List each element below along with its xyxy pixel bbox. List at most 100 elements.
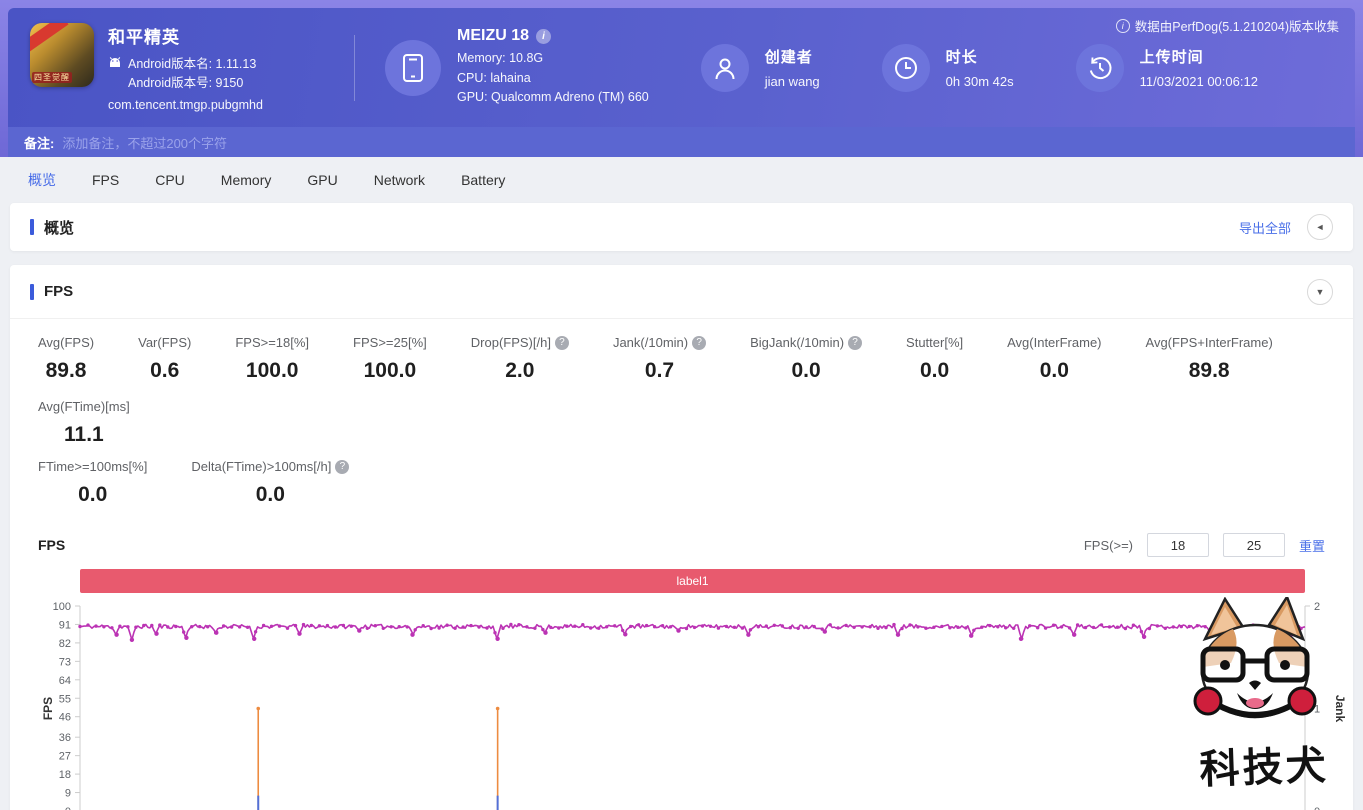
svg-text:FPS: FPS (41, 697, 55, 720)
svg-text:91: 91 (59, 619, 71, 631)
fps-threshold-high-input[interactable] (1222, 533, 1285, 557)
svg-text:36: 36 (59, 732, 71, 744)
creator-label: 创建者 (764, 49, 813, 66)
svg-text:73: 73 (59, 656, 71, 668)
device-memory: Memory: 10.8G (457, 51, 544, 66)
metric-item: Avg(FPS) 89.8 (38, 335, 94, 383)
fps-metrics-row2: FTime>=100ms[%] 0.0 Delta(FTime)>100ms[/h]… (10, 457, 1353, 517)
metric-item: Avg(InterFrame) 0.0 (1007, 335, 1101, 383)
tab-5[interactable]: Network (374, 172, 425, 188)
help-icon[interactable]: ? (335, 459, 350, 474)
info-icon: i (1115, 18, 1130, 33)
header-panel: i 数据由PerfDog(5.1.210204)版本收集 四圣觉醒 和平精英 A… (8, 8, 1355, 127)
metric-value: 100.0 (245, 359, 299, 382)
svg-text:9: 9 (65, 788, 71, 800)
history-clock-icon (1075, 43, 1124, 92)
device-info-icon[interactable]: i (536, 28, 552, 44)
duration-label: 时长 (945, 49, 978, 66)
metric-label: Stutter[%] (906, 335, 964, 350)
collapse-left-button[interactable]: ◄ (1307, 214, 1333, 240)
metric-item: BigJank(/10min)? 0.0 (750, 335, 863, 383)
metric-item: Avg(FTime)[ms] 11.1 (38, 399, 130, 447)
upload-label: 上传时间 (1139, 49, 1204, 66)
fps-threshold-low-input[interactable] (1146, 533, 1209, 557)
tab-6[interactable]: Battery (461, 172, 505, 188)
metric-label: Delta(FTime)>100ms[/h] (191, 459, 332, 474)
remark-label: 备注: (24, 135, 55, 151)
metric-item: Drop(FPS)[/h]? 2.0 (471, 335, 569, 383)
metric-item: FTime>=100ms[%] 0.0 (38, 459, 147, 507)
help-icon[interactable]: ? (848, 335, 863, 350)
export-all-link[interactable]: 导出全部 (1239, 218, 1291, 237)
tab-4[interactable]: GPU (307, 172, 337, 188)
metric-value: 0.0 (919, 359, 950, 382)
metric-item: FPS>=25[%] 100.0 (353, 335, 427, 383)
section-accent-bar (30, 283, 34, 300)
tab-3[interactable]: Memory (221, 172, 272, 188)
collector-note: i 数据由PerfDog(5.1.210204)版本收集 (1115, 16, 1339, 35)
app-version-code: Android版本号: 9150 (128, 75, 244, 90)
metric-item: Avg(FPS+InterFrame) 89.8 (1146, 335, 1273, 383)
duration-block: 时长 0h 30m 42s (881, 43, 1014, 92)
reset-link[interactable]: 重置 (1299, 536, 1325, 555)
upload-block: 上传时间 11/03/2021 00:06:12 (1075, 43, 1258, 92)
metric-label: Avg(FPS) (38, 335, 95, 350)
metric-value: 0.0 (1039, 359, 1069, 382)
metric-value: 0.0 (791, 359, 821, 382)
upload-value: 11/03/2021 00:06:12 (1139, 74, 1258, 89)
collapse-down-button[interactable]: ▼ (1307, 278, 1333, 305)
phone-icon (385, 39, 441, 96)
svg-text:46: 46 (59, 712, 71, 724)
app-block: 四圣觉醒 和平精英 Android版本名: 1.11.13 Android版本号… (8, 23, 354, 112)
clock-icon (881, 43, 930, 92)
metric-item: Var(FPS) 0.6 (138, 335, 191, 383)
metric-value: 0.6 (150, 359, 180, 382)
collector-note-text: 数据由PerfDog(5.1.210204)版本收集 (1134, 20, 1339, 34)
svg-text:82: 82 (59, 638, 71, 650)
metric-value: 2.0 (505, 359, 535, 382)
device-gpu: GPU: Qualcomm Adreno (TM) 660 (457, 90, 649, 105)
svg-text:0: 0 (1314, 806, 1320, 810)
fps-threshold-label: FPS(>=) (1083, 537, 1133, 553)
svg-text:27: 27 (59, 751, 71, 763)
metric-value: 11.1 (64, 423, 104, 446)
game-icon-badge: 四圣觉醒 (32, 72, 72, 84)
metric-label: BigJank(/10min) (750, 335, 845, 350)
chart-annotation-band[interactable]: label1 (80, 569, 1305, 593)
metric-value: 100.0 (363, 359, 417, 382)
help-icon[interactable]: ? (692, 335, 707, 350)
fps-chart-svg[interactable]: 0918273646556473829110001200:0001:3303:0… (20, 593, 1363, 810)
app-version-name: Android版本名: 1.11.13 (128, 57, 257, 72)
app-title: 和平精英 (108, 28, 180, 48)
fps-chart-title: FPS (38, 537, 66, 553)
game-icon: 四圣觉醒 (30, 23, 94, 88)
help-icon[interactable]: ? (554, 335, 569, 350)
fps-metrics-row1: Avg(FPS) 89.8 Var(FPS) 0.6 FPS>=18[%] 100.0 FP… (10, 319, 1353, 457)
device-cpu: CPU: lahaina (457, 70, 531, 85)
svg-text:55: 55 (59, 693, 71, 705)
metric-item: FPS>=18[%] 100.0 (235, 335, 309, 383)
metric-label: FPS>=25[%] (353, 335, 427, 350)
header: i 数据由PerfDog(5.1.210204)版本收集 四圣觉醒 和平精英 A… (0, 0, 1363, 157)
overview-card: 概览 导出全部 ◄ (10, 203, 1353, 251)
svg-text:18: 18 (59, 769, 71, 781)
device-block: MEIZU 18 i Memory: 10.8G CPU: lahaina GP… (385, 27, 649, 107)
tab-2[interactable]: CPU (155, 172, 185, 188)
metric-value: 0.7 (644, 359, 675, 382)
svg-text:1: 1 (1314, 704, 1320, 716)
metric-value: 89.8 (1188, 359, 1230, 382)
tab-1[interactable]: FPS (92, 172, 119, 188)
metric-label: Var(FPS) (138, 335, 192, 350)
metric-value: 0.0 (255, 483, 285, 506)
svg-text:100: 100 (53, 601, 71, 613)
remark-input[interactable]: 添加备注，不超过200个字符 (62, 133, 1339, 152)
overview-title: 概览 (44, 219, 75, 237)
metric-label: Avg(FTime)[ms] (38, 399, 130, 414)
game-icon-ribbon (30, 23, 69, 56)
duration-value: 0h 30m 42s (945, 74, 1014, 89)
metric-label: Drop(FPS)[/h] (470, 335, 551, 350)
metric-item: Stutter[%] 0.0 (906, 335, 963, 383)
fps-chart[interactable]: 0918273646556473829110001200:0001:3303:0… (10, 593, 1353, 810)
fps-card: FPS ▼ Avg(FPS) 89.8 Var(FPS) 0.6 FPS>=18[%] 1… (10, 265, 1353, 810)
tab-0[interactable]: 概览 (28, 170, 56, 190)
